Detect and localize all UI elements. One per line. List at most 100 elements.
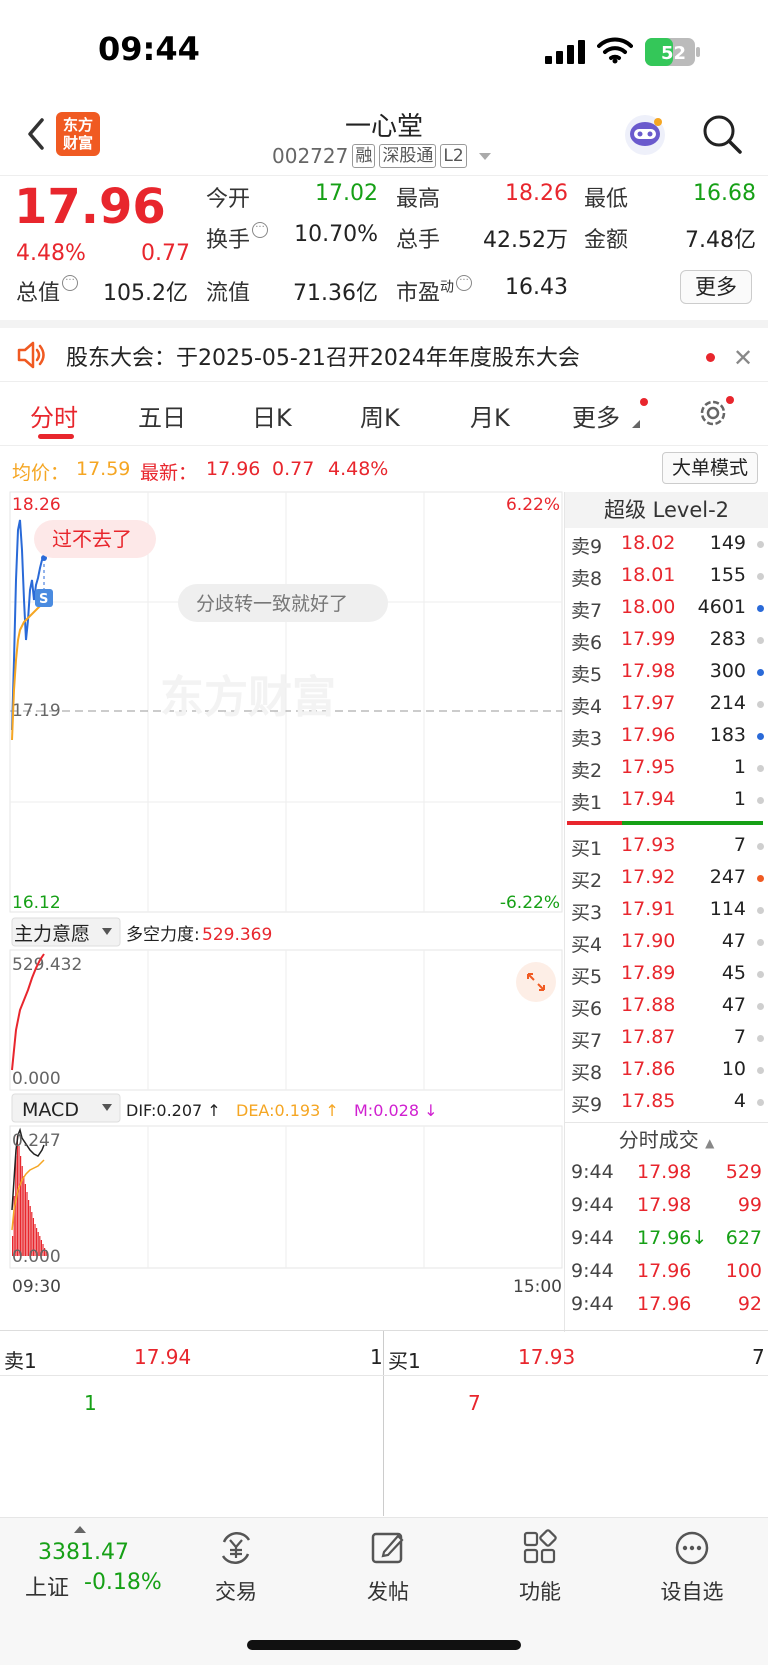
book-level-label: 卖6 bbox=[571, 632, 603, 654]
trade-time: 9:44 bbox=[571, 1194, 614, 1216]
wifi-icon bbox=[597, 37, 633, 64]
search-icon[interactable] bbox=[700, 112, 744, 156]
bid-row[interactable]: 买7 17.87 7 bbox=[565, 1022, 768, 1054]
intraday-chart[interactable]: 东方财富 18.26 17.19 16.12 6.22% -6.22% S 过不… bbox=[0, 490, 564, 1330]
bid-row[interactable]: 买5 17.89 45 bbox=[565, 958, 768, 990]
quote-panel: 17.96 4.48% 0.77 今开 17.02 最高 18.26 最低 16… bbox=[0, 177, 768, 317]
bid-row[interactable]: 买9 17.85 4 bbox=[565, 1086, 768, 1118]
book-volume: 155 bbox=[709, 564, 746, 586]
pe-label[interactable]: 市盈动 ··· bbox=[396, 275, 473, 307]
book-volume: 45 bbox=[721, 962, 746, 984]
functions-label: 功能 bbox=[519, 1580, 561, 1604]
time-end-label: 15:00 bbox=[513, 1277, 562, 1297]
info-icon[interactable]: ··· bbox=[456, 275, 473, 291]
ask-row[interactable]: 卖5 17.98 300 bbox=[565, 656, 768, 688]
book-flag-dot bbox=[757, 669, 764, 676]
market-cap-label[interactable]: 总值··· bbox=[16, 275, 79, 307]
tag-level2: L2 bbox=[440, 144, 467, 168]
tab-monthly-k[interactable]: 月K bbox=[470, 398, 510, 433]
book-volume: 183 bbox=[709, 724, 746, 746]
expand-button[interactable] bbox=[516, 962, 556, 1002]
close-icon[interactable]: ✕ bbox=[733, 344, 753, 372]
gear-icon[interactable] bbox=[696, 396, 730, 430]
post-button[interactable]: 发帖 bbox=[328, 1518, 448, 1606]
book-level-label: 买3 bbox=[571, 902, 603, 924]
book-flag-dot bbox=[757, 765, 764, 772]
bid-row[interactable]: 买4 17.90 47 bbox=[565, 926, 768, 958]
tab-weekly-k[interactable]: 周K bbox=[360, 398, 400, 433]
ask-row[interactable]: 卖4 17.97 214 bbox=[565, 688, 768, 720]
info-icon[interactable]: ··· bbox=[62, 275, 79, 291]
pe-value: 16.43 bbox=[505, 275, 568, 300]
ask-row[interactable]: 卖7 18.00 4601 bbox=[565, 592, 768, 624]
comment-bubble-2-text: 分歧转一致就好了 bbox=[196, 593, 348, 615]
volume-value: 42.52万 bbox=[483, 228, 568, 253]
level2-title[interactable]: 超级 Level-2 bbox=[565, 492, 768, 528]
tab-five-day[interactable]: 五日 bbox=[138, 398, 186, 433]
ask-row[interactable]: 卖3 17.96 183 bbox=[565, 720, 768, 752]
stock-code-line[interactable]: 002727 融 深股通 L2 bbox=[272, 144, 491, 168]
battery-level: 52 bbox=[661, 43, 686, 64]
pct-top-label: 6.22% bbox=[506, 495, 560, 515]
big-order-mode-button[interactable]: 大单模式 bbox=[662, 452, 758, 484]
book-price: 17.88 bbox=[621, 994, 676, 1016]
robot-assistant-icon[interactable] bbox=[622, 112, 668, 158]
book-flag-dot bbox=[757, 701, 764, 708]
ask-row[interactable]: 卖2 17.95 1 bbox=[565, 752, 768, 784]
bid-row[interactable]: 买1 17.93 7 bbox=[565, 830, 768, 862]
book-volume: 47 bbox=[721, 930, 746, 952]
more-button[interactable]: 更多 bbox=[680, 270, 752, 304]
tab-daily-k[interactable]: 日K bbox=[252, 398, 292, 433]
amount-value: 7.48亿 bbox=[685, 228, 756, 253]
book-flag-dot bbox=[757, 875, 764, 882]
indicator-value: 529.369 bbox=[202, 925, 272, 945]
trade-volume: 99 bbox=[737, 1194, 762, 1216]
bid-row[interactable]: 买8 17.86 10 bbox=[565, 1054, 768, 1086]
turnover-label[interactable]: 换手··· bbox=[206, 222, 269, 254]
watchlist-button[interactable]: 设自选 bbox=[632, 1518, 752, 1606]
book-price: 17.92 bbox=[621, 866, 676, 888]
ask-row[interactable]: 卖9 18.02 149 bbox=[565, 528, 768, 560]
book-flag-dot bbox=[757, 797, 764, 804]
book-price: 17.95 bbox=[621, 756, 676, 778]
index-value: 3381.47 bbox=[38, 1540, 129, 1565]
bid-row[interactable]: 买3 17.91 114 bbox=[565, 894, 768, 926]
book-volume: 47 bbox=[721, 994, 746, 1016]
ask-row[interactable]: 卖8 18.01 155 bbox=[565, 560, 768, 592]
bid-list: 买1 17.93 7 买2 17.92 247 买3 17.91 114 买4 17.90 47 买5 1… bbox=[565, 830, 768, 1118]
bottom-bid-price: 17.93 bbox=[518, 1345, 576, 1369]
book-volume: 214 bbox=[709, 692, 746, 714]
functions-button[interactable]: 功能 bbox=[480, 1518, 600, 1606]
ask-row[interactable]: 卖1 17.94 1 bbox=[565, 784, 768, 816]
tag-margin: 融 bbox=[352, 144, 376, 168]
caret-up-icon: ▲ bbox=[705, 1136, 715, 1150]
book-flag-dot bbox=[757, 1035, 764, 1042]
book-volume: 4601 bbox=[697, 596, 746, 618]
info-icon[interactable]: ··· bbox=[252, 222, 269, 238]
trade-button[interactable]: 交易 bbox=[176, 1518, 296, 1606]
status-bar: 09:44 52 bbox=[0, 0, 768, 100]
index-change: -0.18% bbox=[84, 1570, 162, 1595]
book-price: 17.85 bbox=[621, 1090, 676, 1112]
book-volume: 149 bbox=[709, 532, 746, 554]
bid-row[interactable]: 买6 17.88 47 bbox=[565, 990, 768, 1022]
low-value: 16.68 bbox=[693, 181, 756, 206]
high-value: 18.26 bbox=[505, 181, 568, 206]
notice-text[interactable]: 股东大会：于2025-05-21召开2024年年度股东大会 bbox=[66, 340, 580, 372]
tab-more[interactable]: 更多 bbox=[572, 398, 620, 433]
book-volume: 283 bbox=[709, 628, 746, 650]
chevron-down-icon[interactable] bbox=[478, 152, 491, 160]
tab-intraday[interactable]: 分时 bbox=[30, 398, 78, 433]
macd-bar bbox=[24, 1184, 26, 1256]
change-amount: 0.77 bbox=[141, 241, 190, 266]
trades-title[interactable]: 分时成交 ▲ bbox=[565, 1122, 768, 1156]
book-flag-dot bbox=[757, 541, 764, 548]
bottom-bid-detail: 7 bbox=[468, 1391, 481, 1415]
trade-row: 9:44 17.96 100 bbox=[565, 1255, 768, 1288]
book-level-label: 卖2 bbox=[571, 760, 603, 782]
notice-bar[interactable]: 股东大会：于2025-05-21召开2024年年度股东大会 ✕ bbox=[0, 320, 768, 382]
bid-row[interactable]: 买2 17.92 247 bbox=[565, 862, 768, 894]
change-percent: 4.48% bbox=[16, 241, 86, 266]
book-flag-dot bbox=[757, 971, 764, 978]
ask-row[interactable]: 卖6 17.99 283 bbox=[565, 624, 768, 656]
